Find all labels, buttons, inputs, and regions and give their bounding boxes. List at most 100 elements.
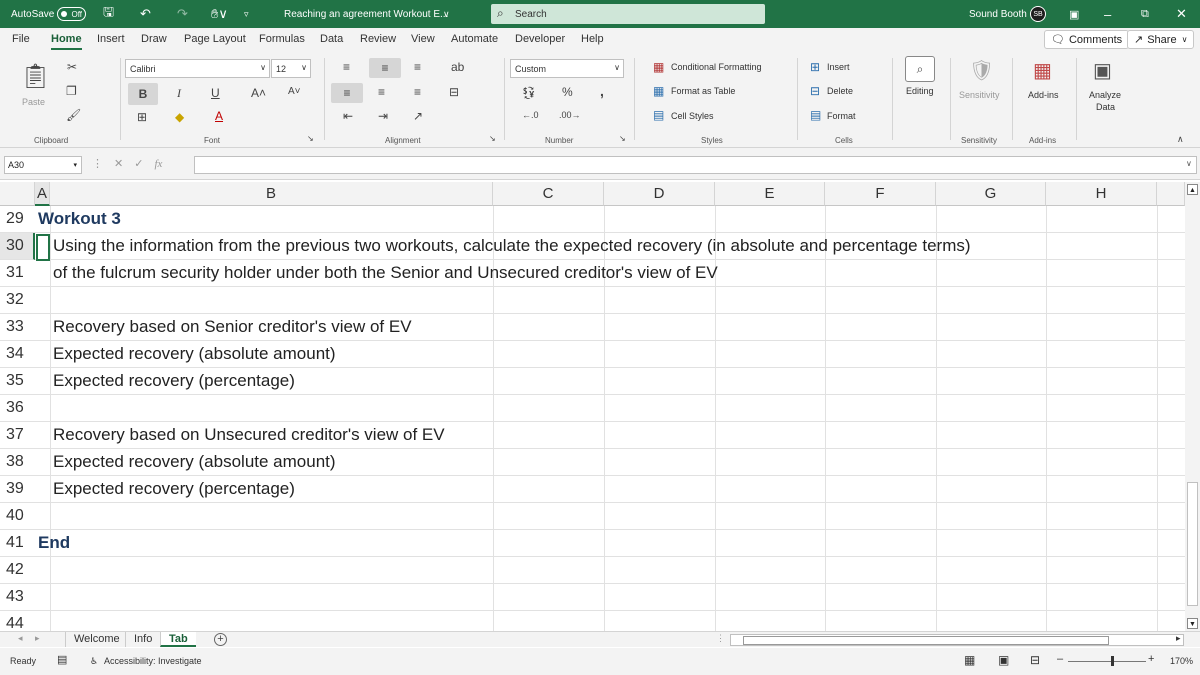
insert-cells-icon[interactable]: ⊞ <box>810 60 820 74</box>
increase-indent-icon[interactable]: ⇥ <box>378 109 388 123</box>
column-header-b[interactable]: B <box>50 182 493 206</box>
cell-row-29[interactable]: Workout 3 <box>38 206 121 232</box>
active-cell-a30[interactable] <box>36 234 50 261</box>
menu-view[interactable]: View <box>411 33 435 45</box>
format-painter-icon[interactable]: 🖌︎ <box>66 108 81 122</box>
column-header-h[interactable]: H <box>1046 182 1157 206</box>
zoom-slider-handle[interactable] <box>1111 656 1114 666</box>
scroll-right-icon[interactable]: ▸ <box>1176 633 1181 644</box>
row-header-43[interactable]: 43 <box>0 584 35 611</box>
customize-toolbar-icon[interactable]: ▿ <box>244 0 249 28</box>
menu-review[interactable]: Review <box>360 33 396 45</box>
horizontal-scrollbar[interactable] <box>730 634 1184 646</box>
user-name[interactable]: Sound Booth <box>969 0 1027 28</box>
align-left-icon[interactable]: ≡ <box>331 83 363 103</box>
increase-decimal-icon[interactable]: ←.0 <box>522 110 539 120</box>
column-header-g[interactable]: G <box>936 182 1046 206</box>
font-color-icon[interactable]: A <box>215 109 223 123</box>
redo-icon[interactable]: ↷ <box>177 0 188 28</box>
menu-file[interactable]: File <box>12 33 30 45</box>
row-header-32[interactable]: 32 <box>0 287 35 314</box>
touch-mode-icon[interactable]: ✋︎∨ <box>211 0 228 28</box>
column-header-a[interactable]: A <box>35 182 50 206</box>
share-button[interactable]: ↗ Share ∨ <box>1127 30 1195 49</box>
macro-icon[interactable]: ▤ <box>57 653 67 666</box>
search-box[interactable]: ⌕ Search <box>491 4 765 24</box>
menu-developer[interactable]: Developer <box>515 33 565 45</box>
page-layout-view-icon[interactable]: ▣ <box>998 653 1009 667</box>
font-launcher-icon[interactable]: ↘ <box>307 134 314 143</box>
format-as-table-icon[interactable]: ▦ <box>653 84 664 98</box>
vertical-scrollbar[interactable]: ▲ ▼ <box>1185 182 1200 631</box>
accounting-format-icon[interactable]: 💱︎ <box>521 86 536 100</box>
document-title[interactable]: Reaching an agreement Workout E... <box>284 0 448 28</box>
number-format-dropdown[interactable]: Custom ∨ <box>510 59 624 78</box>
formula-input[interactable] <box>194 156 1197 174</box>
accessibility-status[interactable]: Accessibility: Investigate <box>104 656 202 666</box>
paste-icon[interactable]: 📋︎ <box>20 62 50 91</box>
decrease-decimal-icon[interactable]: .00→ <box>559 110 581 120</box>
row-header-29[interactable]: 29 <box>0 206 35 233</box>
save-icon[interactable]: 🖫 <box>103 0 114 28</box>
sheet-tab-info[interactable]: Info <box>125 632 160 647</box>
menu-page-layout[interactable]: Page Layout <box>184 33 246 45</box>
vertical-scroll-thumb[interactable] <box>1187 482 1198 606</box>
text-direction-icon[interactable]: ↗ <box>413 109 423 123</box>
fill-color-icon[interactable]: ◆ <box>175 110 184 124</box>
row-header-44[interactable]: 44 <box>0 611 35 631</box>
row-header-41[interactable]: 41 <box>0 530 35 557</box>
zoom-out-icon[interactable]: – <box>1057 653 1063 665</box>
normal-view-icon[interactable]: ▦ <box>964 653 975 667</box>
format-as-table-button[interactable]: Format as Table <box>671 86 735 96</box>
align-right-icon[interactable]: ≡ <box>414 85 421 99</box>
font-size-dropdown[interactable]: 12 ∨ <box>271 59 311 78</box>
delete-cells-icon[interactable]: ⊟ <box>810 84 820 98</box>
autosave-toggle[interactable]: Off <box>57 7 86 21</box>
align-center-icon[interactable]: ≡ <box>378 85 385 99</box>
number-launcher-icon[interactable]: ↘ <box>619 134 626 143</box>
next-sheet-icon[interactable]: ▸ <box>35 633 40 644</box>
close-icon[interactable]: ✕ <box>1176 0 1187 28</box>
page-break-view-icon[interactable]: ⊟ <box>1030 653 1040 667</box>
cell-styles-icon[interactable]: ▤ <box>653 108 664 122</box>
minimize-icon[interactable]: – <box>1104 0 1111 28</box>
wrap-text-icon[interactable]: ⊟ <box>449 85 459 99</box>
zoom-slider[interactable] <box>1068 661 1146 662</box>
row-header-31[interactable]: 31 <box>0 260 35 287</box>
format-cells-button[interactable]: Format <box>827 111 856 121</box>
zoom-level[interactable]: 170% <box>1170 656 1193 666</box>
cell-row-31[interactable]: of the fulcrum security holder under bot… <box>53 260 718 286</box>
select-all-corner[interactable] <box>0 182 35 206</box>
ribbon-display-icon[interactable]: ▣ <box>1069 0 1079 28</box>
cell-row-38[interactable]: Expected recovery (absolute amount) <box>53 449 336 475</box>
row-header-35[interactable]: 35 <box>0 368 35 395</box>
menu-draw[interactable]: Draw <box>141 33 167 45</box>
underline-button[interactable]: U <box>211 86 220 100</box>
find-icon[interactable]: ⌕ <box>905 56 935 82</box>
analyze-data-icon[interactable]: ▣ <box>1093 58 1112 83</box>
zoom-in-icon[interactable]: + <box>1148 653 1154 665</box>
align-bottom-icon[interactable]: ≡ <box>414 60 421 74</box>
title-chevron-icon[interactable]: ∨ <box>443 0 450 28</box>
accessibility-icon[interactable]: ♿︎ <box>90 656 98 667</box>
italic-button[interactable]: I <box>177 86 181 101</box>
alignment-launcher-icon[interactable]: ↘ <box>489 134 496 143</box>
decrease-indent-icon[interactable]: ⇤ <box>343 109 353 123</box>
conditional-formatting-button[interactable]: Conditional Formatting <box>671 62 762 72</box>
collapse-ribbon-icon[interactable]: ∧ <box>1177 134 1184 145</box>
row-header-38[interactable]: 38 <box>0 449 35 476</box>
row-header-33[interactable]: 33 <box>0 314 35 341</box>
paste-label[interactable]: Paste <box>22 97 45 107</box>
comments-button[interactable]: 🗨︎ Comments <box>1044 30 1130 49</box>
menu-data[interactable]: Data <box>320 33 343 45</box>
scroll-down-icon[interactable]: ▼ <box>1187 618 1198 629</box>
conditional-formatting-icon[interactable]: ▦ <box>653 60 664 74</box>
cut-icon[interactable]: ✂ <box>67 60 77 74</box>
row-header-34[interactable]: 34 <box>0 341 35 368</box>
avatar[interactable]: SB <box>1030 6 1046 22</box>
menu-help[interactable]: Help <box>581 33 604 45</box>
cell-row-37[interactable]: Recovery based on Unsecured creditor's v… <box>53 422 445 448</box>
increase-font-icon[interactable]: A˄ <box>251 86 266 100</box>
column-header-c[interactable]: C <box>493 182 604 206</box>
column-header-f[interactable]: F <box>825 182 936 206</box>
